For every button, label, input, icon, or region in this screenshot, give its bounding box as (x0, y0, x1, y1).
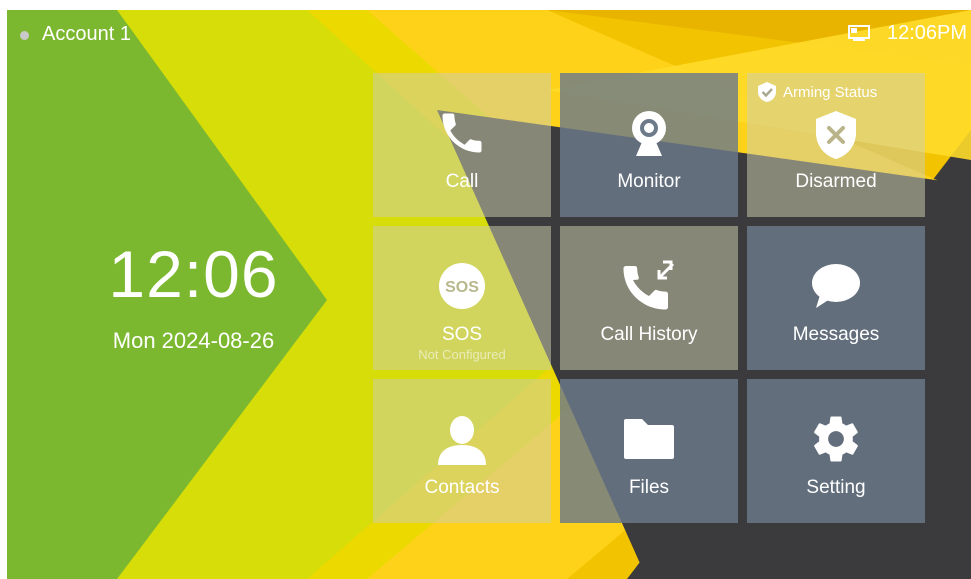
tile-contacts-label: Contacts (424, 477, 500, 498)
tile-contacts[interactable]: Contacts (373, 379, 551, 523)
tile-arming-label: Disarmed (795, 171, 877, 192)
home-clock-time: 12:06 (108, 237, 279, 311)
account-status-dot (20, 31, 29, 40)
arming-status-tag: Arming Status (757, 81, 877, 103)
tile-files-label: Files (628, 477, 670, 498)
folder-icon (560, 413, 738, 465)
account-name[interactable]: Account 1 (42, 23, 131, 46)
tile-files[interactable]: Files (560, 379, 738, 523)
phone-icon (373, 107, 551, 159)
tile-monitor[interactable]: Monitor (560, 73, 738, 217)
device-screen: Account 1 12:06PM 12:06 Mon 2024-08-26 C… (7, 10, 971, 579)
tile-setting[interactable]: Setting (747, 379, 925, 523)
tile-sos-sublabel: Not Configured (418, 347, 506, 362)
svg-text:SOS: SOS (445, 279, 479, 296)
sos-icon: SOS (373, 260, 551, 312)
arming-status-label: Arming Status (783, 83, 878, 101)
shield-check-icon (758, 82, 776, 102)
tile-arming[interactable]: Arming Status Disarmed (747, 73, 925, 217)
webcam-icon (560, 107, 738, 159)
call-history-icon (560, 260, 738, 312)
home-clock-date: Mon 2024-08-26 (112, 328, 275, 353)
status-bar: Account 1 12:06PM (7, 10, 971, 58)
tile-sos-label: SOS (441, 324, 483, 345)
tile-messages-label: Messages (792, 324, 880, 345)
monitor-status-icon (847, 24, 871, 44)
tile-call-history[interactable]: Call History (560, 226, 738, 370)
tile-sos[interactable]: SOS SOS Not Configured (373, 226, 551, 370)
tile-setting-label: Setting (806, 477, 866, 498)
status-clock: 12:06PM (887, 22, 968, 44)
tile-call-history-label: Call History (600, 324, 698, 345)
person-icon (373, 413, 551, 465)
tile-messages[interactable]: Messages (747, 226, 925, 370)
tile-call-label: Call (445, 171, 479, 192)
tile-monitor-label: Monitor (617, 171, 681, 192)
tile-call[interactable]: Call (373, 73, 551, 217)
shield-x-icon (747, 109, 925, 161)
gear-icon (747, 413, 925, 465)
chat-bubble-icon (747, 260, 925, 312)
